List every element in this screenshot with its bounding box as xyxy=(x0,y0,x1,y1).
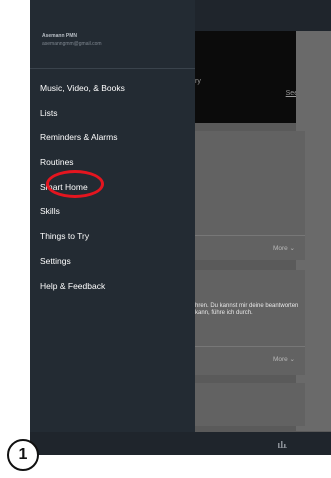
bottom-nav-bar xyxy=(30,432,331,455)
menu-item-reminders-alarms[interactable]: Reminders & Alarms xyxy=(30,125,195,150)
home-card: More ⌄ xyxy=(195,131,305,260)
account-email: asemanngmm@gmail.com xyxy=(42,41,102,47)
menu-item-skills[interactable]: Skills xyxy=(30,199,195,224)
app-screen: ry See more More ⌄ hren. Du kannst mir d… xyxy=(30,0,331,455)
card-divider xyxy=(195,346,305,347)
more-button[interactable]: More ⌄ xyxy=(273,244,295,252)
home-card xyxy=(195,383,305,426)
activity-icon-glyph xyxy=(278,441,287,448)
activity-icon[interactable] xyxy=(278,440,287,448)
menu-item-settings[interactable]: Settings xyxy=(30,249,195,274)
step-number-badge: 1 xyxy=(7,439,39,471)
promo-text-fragment: ry xyxy=(195,78,201,85)
account-name: Asemann PMN xyxy=(42,33,78,39)
menu-item-music-video-books[interactable]: Music, Video, & Books xyxy=(30,76,195,101)
account-header[interactable]: Asemann PMN asemanngmm@gmail.com xyxy=(30,0,195,69)
menu-item-routines[interactable]: Routines xyxy=(30,150,195,175)
navigation-drawer: Asemann PMN asemanngmm@gmail.com Music, … xyxy=(30,0,195,432)
menu-item-things-to-try[interactable]: Things to Try xyxy=(30,224,195,249)
card-body-text: hren. Du kannst mir deine beantworten ka… xyxy=(195,303,299,316)
home-card: hren. Du kannst mir deine beantworten ka… xyxy=(195,270,305,375)
more-button[interactable]: More ⌄ xyxy=(273,355,295,363)
menu-item-lists[interactable]: Lists xyxy=(30,101,195,126)
menu-item-help-feedback[interactable]: Help & Feedback xyxy=(30,274,195,299)
skills-highlight-circle xyxy=(46,170,104,198)
card-divider xyxy=(195,235,305,236)
